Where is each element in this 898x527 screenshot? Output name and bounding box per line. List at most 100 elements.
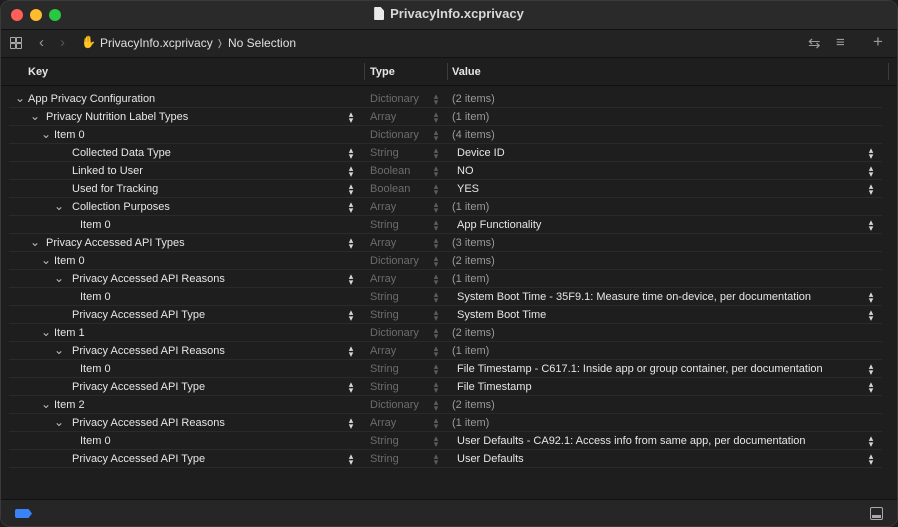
row-key[interactable]: Item 2 <box>54 399 85 411</box>
type-popup-stepper-icon[interactable]: ▴ ▾ <box>432 452 440 467</box>
row-type[interactable]: Array <box>370 417 396 429</box>
key-popup-stepper-icon[interactable]: ▴ ▾ <box>347 110 355 125</box>
row-type[interactable]: String <box>370 219 399 231</box>
disclosure-triangle-icon[interactable]: ⌄ <box>54 199 64 213</box>
plist-row[interactable]: Item 0 String ▴ ▾ System Boot Time - 35F9.1:… <box>1 288 897 306</box>
type-popup-stepper-icon[interactable]: ▴ ▾ <box>432 218 440 233</box>
list-icon[interactable]: ≡ <box>836 34 845 51</box>
row-key[interactable]: Linked to User <box>72 165 143 177</box>
row-value[interactable]: (2 items) <box>452 399 495 411</box>
column-separator[interactable] <box>364 63 365 80</box>
row-value[interactable]: User Defaults <box>457 453 524 465</box>
value-popup-stepper-icon[interactable]: ▴ ▾ <box>867 218 875 233</box>
key-popup-stepper-icon[interactable]: ▴ ▾ <box>347 272 355 287</box>
row-type[interactable]: String <box>370 435 399 447</box>
key-popup-stepper-icon[interactable]: ▴ ▾ <box>347 452 355 467</box>
row-key[interactable]: Item 0 <box>54 255 85 267</box>
row-type[interactable]: Dictionary <box>370 327 419 339</box>
row-key[interactable]: Privacy Accessed API Reasons <box>72 273 225 285</box>
row-type[interactable]: String <box>370 291 399 303</box>
type-popup-stepper-icon[interactable]: ▴ ▾ <box>432 416 440 431</box>
type-popup-stepper-icon[interactable]: ▴ ▾ <box>432 362 440 377</box>
value-popup-stepper-icon[interactable]: ▴ ▾ <box>867 308 875 323</box>
row-key[interactable]: Privacy Accessed API Types <box>46 237 185 249</box>
row-key[interactable]: Privacy Accessed API Type <box>72 381 205 393</box>
plist-row[interactable]: Item 0 String ▴ ▾ File Timestamp - C617.1: I… <box>1 360 897 378</box>
row-type[interactable]: Dictionary <box>370 129 419 141</box>
key-popup-stepper-icon[interactable]: ▴ ▾ <box>347 146 355 161</box>
row-key[interactable]: Privacy Accessed API Type <box>72 453 205 465</box>
row-value[interactable]: (1 item) <box>452 417 489 429</box>
row-type[interactable]: Boolean <box>370 183 410 195</box>
column-value[interactable]: Value <box>452 66 481 78</box>
chevron-right-icon[interactable]: › <box>60 34 65 51</box>
disclosure-triangle-icon[interactable]: ⌄ <box>41 325 51 339</box>
grid-icon[interactable] <box>10 37 22 49</box>
type-popup-stepper-icon[interactable]: ▴ ▾ <box>432 308 440 323</box>
type-popup-stepper-icon[interactable]: ▴ ▾ <box>432 434 440 449</box>
column-separator[interactable] <box>888 63 889 80</box>
row-value[interactable]: System Boot Time - 35F9.1: Measure time … <box>457 291 811 303</box>
row-value[interactable]: (1 item) <box>452 201 489 213</box>
row-value[interactable]: (1 item) <box>452 345 489 357</box>
plist-row[interactable]: Item 0 String ▴ ▾ User Defaults - CA92.1: Ac… <box>1 432 897 450</box>
row-key[interactable]: Privacy Accessed API Type <box>72 309 205 321</box>
row-type[interactable]: Dictionary <box>370 255 419 267</box>
type-popup-stepper-icon[interactable]: ▴ ▾ <box>432 110 440 125</box>
row-value[interactable]: (2 items) <box>452 93 495 105</box>
row-value[interactable]: (2 items) <box>452 255 495 267</box>
row-value[interactable]: (1 item) <box>452 273 489 285</box>
plist-row[interactable]: ⌄ Privacy Accessed API Reasons ▴ ▾ Array ▴ ▾ (1… <box>1 342 897 360</box>
value-popup-stepper-icon[interactable]: ▴ ▾ <box>867 452 875 467</box>
value-popup-stepper-icon[interactable]: ▴ ▾ <box>867 290 875 305</box>
row-value[interactable]: (1 item) <box>452 111 489 123</box>
plist-row[interactable]: Item 0 String ▴ ▾ App Functionality ▴ ▾ <box>1 216 897 234</box>
plist-row[interactable]: ⌄ Privacy Nutrition Label Types ▴ ▾ Array ▴ ▾ (… <box>1 108 897 126</box>
row-type[interactable]: String <box>370 363 399 375</box>
key-popup-stepper-icon[interactable]: ▴ ▾ <box>347 308 355 323</box>
row-key[interactable]: Collected Data Type <box>72 147 171 159</box>
row-type[interactable]: Array <box>370 111 396 123</box>
type-popup-stepper-icon[interactable]: ▴ ▾ <box>432 290 440 305</box>
row-key[interactable]: Item 1 <box>54 327 85 339</box>
row-type[interactable]: Dictionary <box>370 93 419 105</box>
value-popup-stepper-icon[interactable]: ▴ ▾ <box>867 434 875 449</box>
value-popup-stepper-icon[interactable]: ▴ ▾ <box>867 380 875 395</box>
disclosure-triangle-icon[interactable]: ⌄ <box>15 91 25 105</box>
row-value[interactable]: Device ID <box>457 147 505 159</box>
value-popup-stepper-icon[interactable]: ▴ ▾ <box>867 146 875 161</box>
row-key[interactable]: Privacy Nutrition Label Types <box>46 111 188 123</box>
plist-row[interactable]: ⌄ Collection Purposes ▴ ▾ Array ▴ ▾ (1 item) <box>1 198 897 216</box>
row-value[interactable]: System Boot Time <box>457 309 546 321</box>
key-popup-stepper-icon[interactable]: ▴ ▾ <box>347 236 355 251</box>
row-value[interactable]: (4 items) <box>452 129 495 141</box>
row-value[interactable]: User Defaults - CA92.1: Access info from… <box>457 435 806 447</box>
row-key[interactable]: Item 0 <box>54 129 85 141</box>
plist-row[interactable]: Privacy Accessed API Type ▴ ▾ String ▴ ▾ User … <box>1 450 897 468</box>
chevron-left-icon[interactable]: ‹ <box>39 34 44 51</box>
type-popup-stepper-icon[interactable]: ▴ ▾ <box>432 164 440 179</box>
plist-row[interactable]: ⌄ Privacy Accessed API Types ▴ ▾ Array ▴ ▾ (3 i… <box>1 234 897 252</box>
key-popup-stepper-icon[interactable]: ▴ ▾ <box>347 200 355 215</box>
type-popup-stepper-icon[interactable]: ▴ ▾ <box>432 344 440 359</box>
row-key[interactable]: Privacy Accessed API Reasons <box>72 345 225 357</box>
type-popup-stepper-icon[interactable]: ▴ ▾ <box>432 182 440 197</box>
disclosure-triangle-icon[interactable]: ⌄ <box>54 343 64 357</box>
arrows-icon[interactable]: ⇆ <box>808 34 821 52</box>
plist-row[interactable]: Linked to User ▴ ▾ Boolean ▴ ▾ NO ▴ ▾ <box>1 162 897 180</box>
plist-row[interactable]: ⌄ Privacy Accessed API Reasons ▴ ▾ Array ▴ ▾ (1… <box>1 414 897 432</box>
plist-row[interactable]: ⌄ Item 0 Dictionary ▴ ▾ (2 items) <box>1 252 897 270</box>
row-type[interactable]: String <box>370 309 399 321</box>
type-popup-stepper-icon[interactable]: ▴ ▾ <box>432 200 440 215</box>
plist-row[interactable]: Collected Data Type ▴ ▾ String ▴ ▾ Device ID ▴ ▾ <box>1 144 897 162</box>
plist-row[interactable]: ⌄ Item 1 Dictionary ▴ ▾ (2 items) <box>1 324 897 342</box>
type-popup-stepper-icon[interactable]: ▴ ▾ <box>432 146 440 161</box>
row-key[interactable]: Used for Tracking <box>72 183 158 195</box>
column-key[interactable]: Key <box>28 66 48 78</box>
plist-row[interactable]: Used for Tracking ▴ ▾ Boolean ▴ ▾ YES ▴ ▾ <box>1 180 897 198</box>
type-popup-stepper-icon[interactable]: ▴ ▾ <box>432 398 440 413</box>
key-popup-stepper-icon[interactable]: ▴ ▾ <box>347 164 355 179</box>
plist-row[interactable]: ⌄ Item 0 Dictionary ▴ ▾ (4 items) <box>1 126 897 144</box>
type-popup-stepper-icon[interactable]: ▴ ▾ <box>432 326 440 341</box>
value-popup-stepper-icon[interactable]: ▴ ▾ <box>867 164 875 179</box>
